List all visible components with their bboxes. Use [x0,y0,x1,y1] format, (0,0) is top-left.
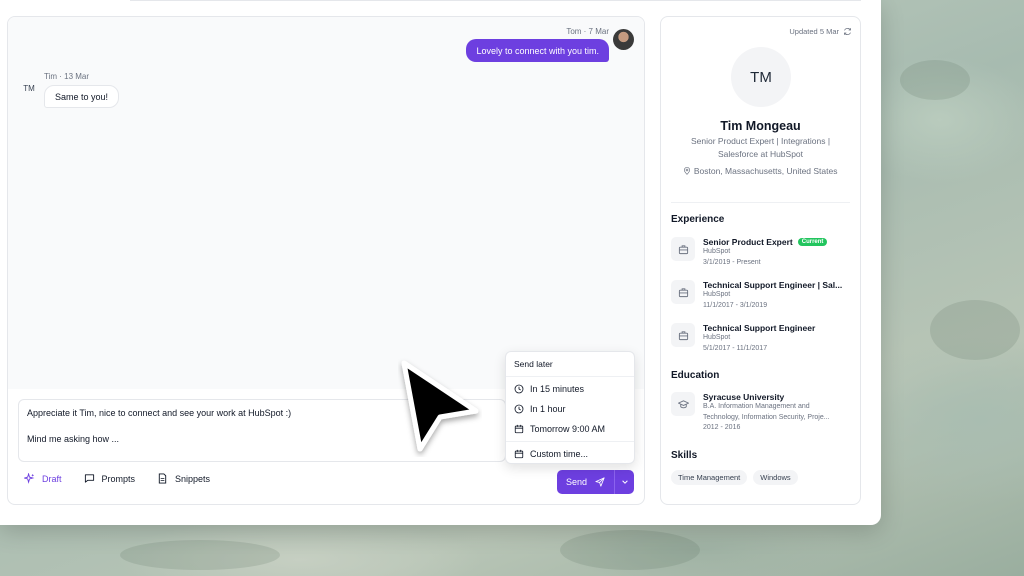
chat-bubble-icon [84,474,94,483]
menu-item-custom-time[interactable]: Custom time... [514,449,588,459]
menu-divider [506,441,634,442]
briefcase-icon [671,280,695,304]
send-options-toggle[interactable] [614,470,634,494]
chat-panel: Tom · 7 Mar Lovely to connect with you t… [7,16,645,505]
profile-divider [671,202,850,203]
briefcase-icon [671,237,695,261]
send-later-menu: Send later In 15 minutes In 1 hour Tomor… [505,351,635,464]
clock-icon [514,404,524,414]
skill-chip: Windows [753,470,798,485]
menu-item-1-hour[interactable]: In 1 hour [514,404,566,414]
refresh-icon[interactable] [843,27,852,36]
paper-plane-icon [595,477,605,487]
menu-divider [506,376,634,377]
incoming-meta: Tim · 13 Mar [44,72,90,81]
menu-item-tomorrow[interactable]: Tomorrow 9:00 AM [514,424,605,434]
recipient-avatar: TM [23,83,35,93]
graduation-cap-icon [671,392,695,416]
clock-icon [514,384,524,394]
profile-name: Tim Mongeau [720,119,801,133]
profile-panel: Updated 5 Mar TM Tim Mongeau Senior Prod… [660,16,861,505]
message-thread[interactable]: Tom · 7 Mar Lovely to connect with you t… [8,17,644,389]
send-later-title: Send later [514,359,553,369]
menu-item-15-minutes[interactable]: In 15 minutes [514,384,584,394]
skills-list: Time Management Windows [671,470,798,485]
draft-button[interactable]: Draft [24,473,62,484]
profile-avatar: TM [731,47,791,107]
calendar-icon [514,424,524,434]
education-heading: Education [671,370,720,381]
briefcase-icon [671,323,695,347]
chevron-down-icon [621,480,628,484]
prompts-button[interactable]: Prompts [84,473,135,484]
updated-status: Updated 5 Mar [789,27,852,36]
calendar-icon [514,449,524,459]
document-icon [158,473,167,484]
experience-heading: Experience [671,214,725,225]
profile-headline: Senior Product Expert | Integrations | S… [690,136,831,159]
incoming-message: Same to you! [44,85,120,108]
outgoing-meta: Tom · 7 Mar [566,27,609,36]
top-divider [130,0,861,1]
skill-chip: Time Management [671,470,748,485]
mouse-cursor-icon [401,360,479,452]
snippets-button[interactable]: Snippets [157,473,210,484]
skills-heading: Skills [671,450,698,461]
outgoing-message: Lovely to connect with you tim. [466,39,609,62]
send-button-group: Send [557,470,634,494]
profile-location: Boston, Massachusetts, United States [661,166,860,176]
current-badge: Current [797,238,828,246]
composer-toolbar: Draft Prompts Snippets [24,473,232,484]
send-button[interactable]: Send [557,470,614,494]
location-pin-icon [684,167,691,175]
sender-avatar [613,29,634,50]
sparkle-icon [24,473,35,484]
